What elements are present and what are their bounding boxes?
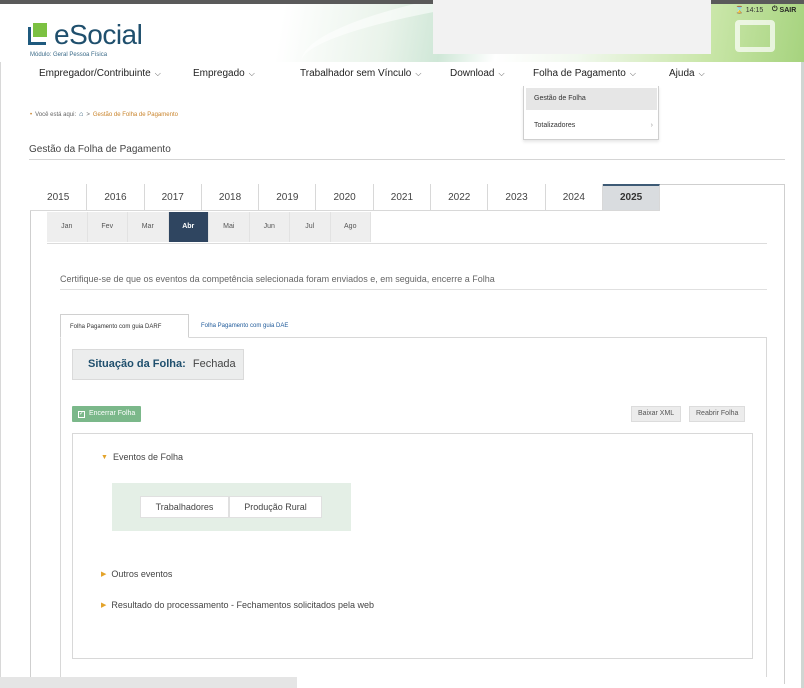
tab-month-mar[interactable]: Mar bbox=[128, 212, 169, 242]
triangle-down-icon: ▼ bbox=[101, 453, 108, 461]
tab-month-abr[interactable]: Abr bbox=[168, 212, 209, 242]
menu-item-gestao-folha[interactable]: Gestão de Folha bbox=[526, 88, 657, 110]
tab-year-2022[interactable]: 2022 bbox=[431, 184, 489, 211]
tab-year-2020[interactable]: 2020 bbox=[316, 184, 374, 211]
title-divider bbox=[29, 159, 785, 160]
triangle-right-icon: ▶ bbox=[101, 602, 107, 609]
tab-year-2021[interactable]: 2021 bbox=[373, 184, 432, 211]
tab-folha-darf[interactable]: Folha Pagamento com guia DARF bbox=[60, 314, 189, 338]
nav-folha-pagamento[interactable]: Folha de Pagamento ⌵ bbox=[533, 68, 636, 79]
bottom-bar bbox=[0, 677, 297, 688]
logo-text: eSocial bbox=[54, 19, 143, 50]
session-timer: ⌛ 14:15 bbox=[735, 6, 764, 15]
section-eventos-folha[interactable]: ▼ Eventos de Folha bbox=[101, 452, 183, 462]
reabrir-folha-button[interactable]: Reabrir Folha bbox=[689, 406, 746, 422]
encerrar-folha-button[interactable]: ✓ Encerrar Folha bbox=[72, 406, 142, 422]
page-title: Gestão da Folha de Pagamento bbox=[29, 144, 171, 155]
menu-item-totalizadores[interactable]: Totalizadores › bbox=[526, 115, 657, 137]
header-blank-area bbox=[433, 0, 711, 54]
breadcrumb-bullet: • bbox=[30, 111, 33, 118]
logout-button[interactable]: ⏻ SAIR bbox=[772, 6, 796, 14]
chevron-down-icon: ⌵ bbox=[248, 69, 255, 78]
nav-ajuda[interactable]: Ajuda ⌵ bbox=[669, 68, 705, 79]
tab-year-2019[interactable]: 2019 bbox=[259, 184, 317, 211]
month-divider bbox=[47, 243, 767, 244]
header-decoration-square bbox=[735, 20, 775, 52]
events-box bbox=[72, 433, 753, 659]
chevron-down-icon: ⌵ bbox=[698, 69, 705, 78]
nav-trabalhador-sem-vinculo[interactable]: Trabalhador sem Vínculo ⌵ bbox=[300, 68, 421, 79]
chevron-down-icon: ⌵ bbox=[498, 69, 505, 78]
breadcrumb-prefix: Você está aqui: bbox=[35, 111, 77, 118]
tab-month-mai[interactable]: Mai bbox=[209, 212, 250, 242]
logout-label: SAIR bbox=[779, 6, 797, 14]
tab-month-jan[interactable]: Jan bbox=[47, 212, 88, 242]
session-time: 14:15 bbox=[745, 6, 764, 14]
esocial-logo[interactable]: eSocial bbox=[28, 16, 143, 50]
home-icon[interactable]: ⌂ bbox=[79, 111, 83, 118]
power-icon: ⏻ bbox=[772, 6, 778, 13]
breadcrumb: • Você está aqui: ⌂ > Gestão de Folha de… bbox=[30, 111, 178, 118]
encerrar-label: Encerrar Folha bbox=[89, 410, 136, 417]
chevron-down-icon: ⌵ bbox=[629, 69, 636, 78]
logo-mark-icon bbox=[28, 23, 52, 47]
status-label: Situação da Folha: bbox=[88, 358, 186, 370]
instruction-text: Certifique-se de que os eventos da compe… bbox=[60, 274, 495, 284]
triangle-right-icon: ▶ bbox=[101, 571, 107, 578]
tab-month-ago[interactable]: Ago bbox=[330, 212, 371, 242]
tab-folha-dae[interactable]: Folha Pagamento com guia DAE bbox=[192, 314, 297, 338]
left-border bbox=[0, 62, 1, 688]
section-resultado-processamento[interactable]: ▶ Resultado do processamento - Fechament… bbox=[101, 600, 374, 610]
section-outros-eventos[interactable]: ▶ Outros eventos bbox=[101, 569, 172, 579]
main-nav: Empregador/Contribuinte ⌵ Empregado ⌵ Trab… bbox=[0, 62, 804, 88]
tab-year-2023[interactable]: 2023 bbox=[488, 184, 546, 211]
folha-status-box: Situação da Folha: Fechada bbox=[72, 349, 244, 380]
producao-rural-button[interactable]: Produção Rural bbox=[229, 496, 322, 518]
tab-month-jul[interactable]: Jul bbox=[290, 212, 331, 242]
folha-dropdown-menu: Gestão de Folha Totalizadores › bbox=[523, 86, 659, 140]
section-label: Eventos de Folha bbox=[112, 452, 183, 462]
tab-year-2016[interactable]: 2016 bbox=[87, 184, 145, 211]
tab-year-2017[interactable]: 2017 bbox=[144, 184, 202, 211]
nav-download[interactable]: Download ⌵ bbox=[450, 68, 505, 79]
tab-month-jun[interactable]: Jun bbox=[249, 212, 290, 242]
breadcrumb-current[interactable]: Gestão de Folha de Pagamento bbox=[93, 112, 178, 118]
nav-empregador[interactable]: Empregador/Contribuinte ⌵ bbox=[39, 68, 161, 79]
tab-year-2015[interactable]: 2015 bbox=[30, 184, 88, 211]
breadcrumb-separator: > bbox=[86, 111, 90, 118]
tab-month-fev[interactable]: Fev bbox=[87, 212, 128, 242]
baixar-xml-button[interactable]: Baixar XML bbox=[631, 406, 682, 422]
year-tabs: 2015 2016 2017 2018 2019 2020 2021 2022 … bbox=[30, 184, 661, 211]
section-label: Outros eventos bbox=[111, 569, 173, 579]
chevron-right-icon: › bbox=[650, 122, 653, 129]
checkbox-icon: ✓ bbox=[78, 410, 85, 418]
chevron-down-icon: ⌵ bbox=[415, 69, 422, 78]
tab-year-2025[interactable]: 2025 bbox=[602, 184, 661, 211]
tab-year-2024[interactable]: 2024 bbox=[545, 184, 603, 211]
instruction-divider bbox=[60, 289, 767, 290]
chevron-down-icon: ⌵ bbox=[154, 69, 161, 78]
hourglass-icon: ⌛ bbox=[735, 7, 744, 14]
month-tabs: Jan Fev Mar Abr Mai Jun Jul Ago bbox=[47, 212, 371, 242]
nav-empregado[interactable]: Empregado ⌵ bbox=[193, 68, 255, 79]
tab-year-2018[interactable]: 2018 bbox=[201, 184, 260, 211]
trabalhadores-button[interactable]: Trabalhadores bbox=[140, 496, 229, 518]
module-label: Módulo: Geral Pessoa Física bbox=[30, 52, 108, 58]
status-value: Fechada bbox=[192, 358, 236, 370]
section-label: Resultado do processamento - Fechamentos… bbox=[111, 600, 375, 610]
